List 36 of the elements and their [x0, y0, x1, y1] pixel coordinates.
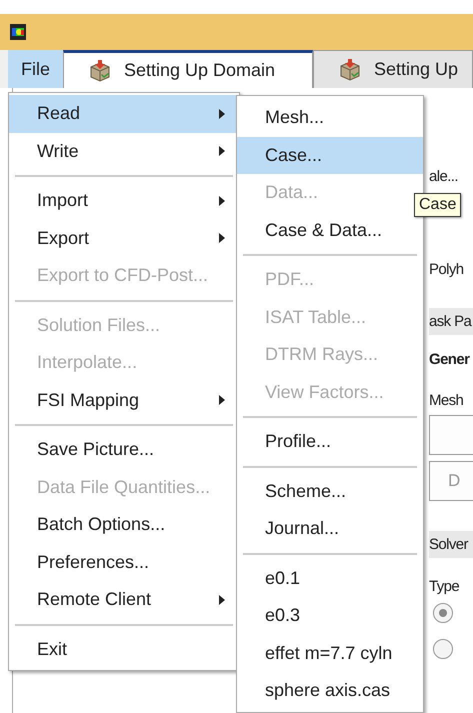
section-header: Solver [429, 531, 473, 558]
menu-item[interactable]: Remote Client [9, 581, 239, 618]
menu-item[interactable]: Read [9, 95, 239, 132]
menu-item[interactable]: Save Picture... [9, 431, 239, 468]
menu-item[interactable]: Write [9, 132, 239, 170]
menu-item[interactable]: e0.1 [237, 560, 423, 597]
group-heading: Gener [429, 351, 471, 368]
ribbon-tab[interactable]: Setting Up [312, 50, 473, 88]
menu-item[interactable]: Scheme... [237, 472, 423, 510]
app-icon [10, 24, 26, 40]
box-arrow-icon [338, 58, 362, 82]
file-menu[interactable]: File [8, 50, 63, 88]
menu-item[interactable]: Batch Options... [9, 506, 239, 544]
menu-item[interactable]: Mesh... [237, 99, 423, 136]
menu-item[interactable]: FSI Mapping [9, 382, 239, 419]
panel-label: Type [429, 578, 460, 595]
menu-item[interactable]: Profile... [237, 423, 423, 460]
menu-item[interactable]: Preferences... [9, 544, 239, 581]
tooltip: Case [414, 193, 462, 217]
radio-button[interactable] [433, 639, 453, 659]
box-arrow-icon [88, 58, 112, 82]
menu-item[interactable]: effet m=7.7 cyln [237, 634, 423, 672]
panel-label: Polyh [429, 261, 465, 278]
panel-label: Mesh [429, 392, 464, 409]
menu-item[interactable]: Case... [237, 136, 423, 174]
menu-item[interactable]: Export [9, 220, 239, 257]
panel-label: ale... [429, 168, 459, 185]
menu-item[interactable]: e0.3 [237, 597, 423, 634]
menu-item[interactable]: Journal... [237, 510, 423, 548]
panel-button[interactable] [429, 415, 473, 455]
menu-item[interactable]: Exit [9, 630, 239, 668]
menu-item[interactable]: sphere axis.cas [237, 672, 423, 710]
radio-button[interactable] [433, 603, 453, 623]
menu-item[interactable]: Import [9, 182, 239, 220]
ribbon-tab[interactable]: Setting Up Domain [62, 50, 313, 88]
section-header: ask Pa [429, 308, 473, 335]
